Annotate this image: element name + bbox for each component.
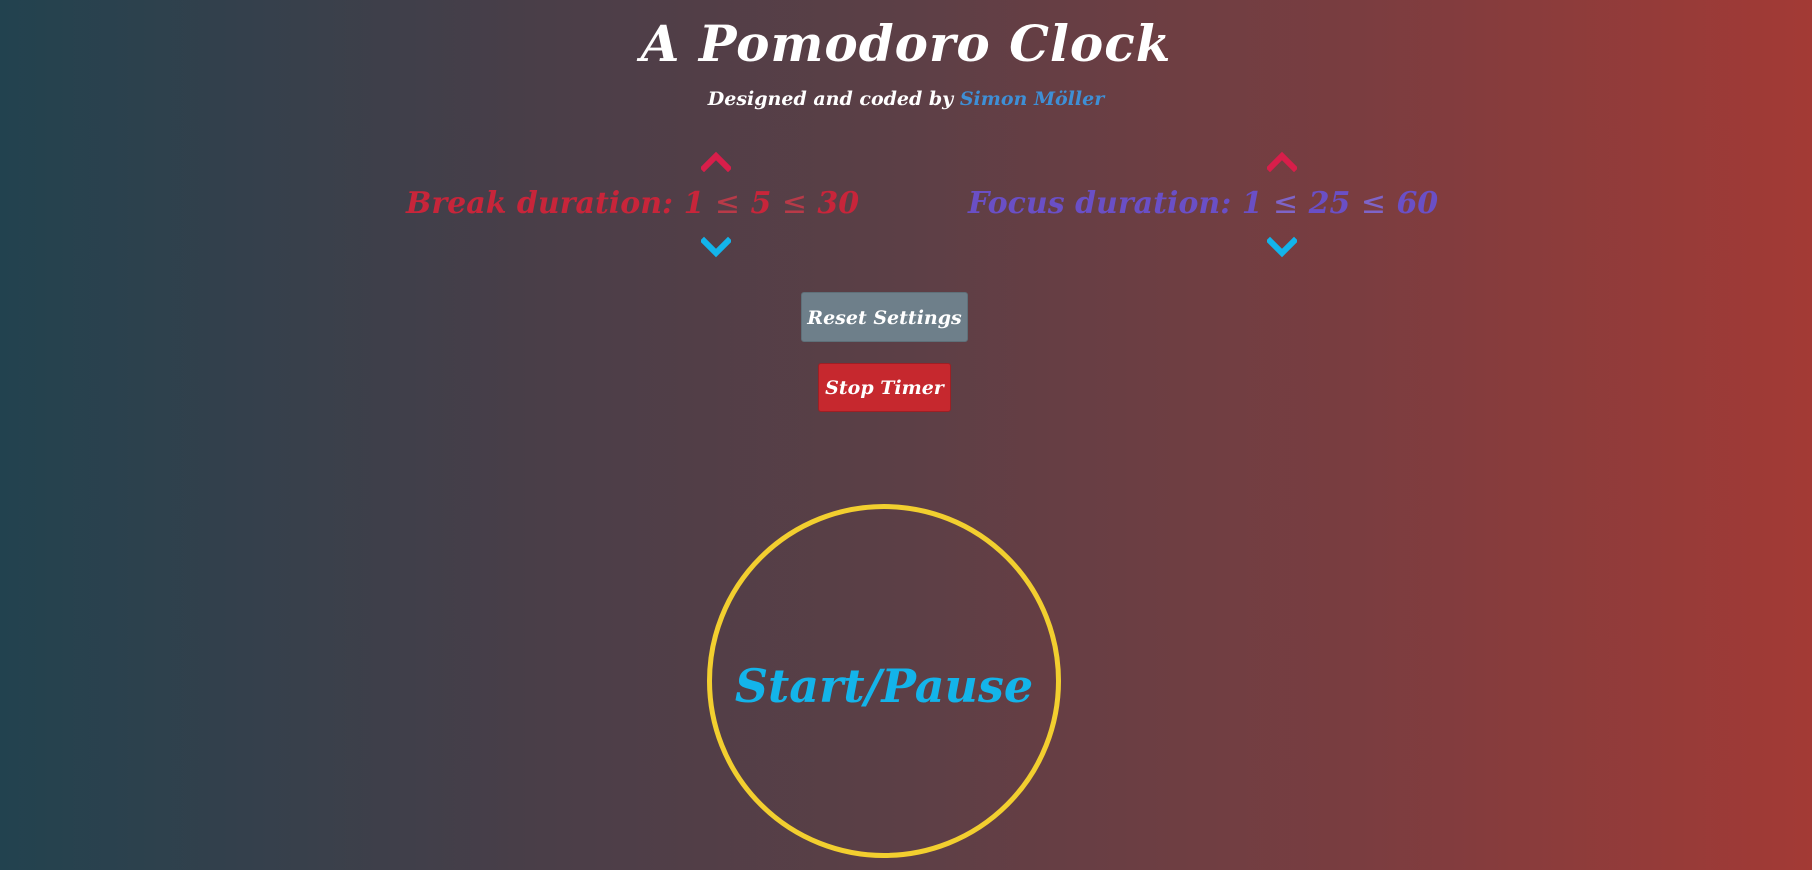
break-max-value: 30 bbox=[817, 186, 860, 221]
break-min-value: 1 bbox=[683, 186, 705, 221]
author-link[interactable]: Simon Möller bbox=[960, 88, 1104, 110]
break-duration-value: 5 bbox=[750, 186, 772, 221]
break-decrease-button[interactable] bbox=[701, 236, 731, 258]
byline: Designed and coded by Simon Möller bbox=[0, 88, 1812, 110]
focus-duration-value: 25 bbox=[1308, 186, 1351, 221]
break-duration-label: Break duration: bbox=[406, 186, 674, 221]
le-symbol: ≤ bbox=[714, 186, 741, 221]
timer-circle[interactable]: Start/Pause bbox=[707, 504, 1061, 858]
focus-decrease-button[interactable] bbox=[1267, 236, 1297, 258]
chevron-up-icon bbox=[701, 151, 731, 172]
focus-max-value: 60 bbox=[1396, 186, 1439, 221]
chevron-up-icon bbox=[1267, 151, 1297, 172]
chevron-down-icon bbox=[1267, 236, 1297, 258]
start-pause-label[interactable]: Start/Pause bbox=[712, 659, 1056, 713]
focus-increase-button[interactable] bbox=[1267, 150, 1297, 172]
reset-settings-button[interactable]: Reset Settings bbox=[801, 292, 968, 342]
chevron-down-icon bbox=[701, 236, 731, 258]
le-symbol: ≤ bbox=[1360, 186, 1386, 221]
stop-timer-button[interactable]: Stop Timer bbox=[818, 363, 951, 412]
break-increase-button[interactable] bbox=[701, 150, 731, 172]
byline-prefix: Designed and coded by bbox=[707, 88, 960, 110]
focus-duration-label: Focus duration: bbox=[968, 186, 1232, 221]
le-symbol: ≤ bbox=[781, 186, 807, 221]
le-symbol: ≤ bbox=[1273, 186, 1299, 221]
page-title: A Pomodoro Clock bbox=[640, 14, 1172, 73]
break-duration-setting: Break duration: 1 ≤ 5 ≤ 30 bbox=[406, 186, 859, 221]
focus-min-value: 1 bbox=[1241, 186, 1263, 221]
focus-duration-setting: Focus duration: 1 ≤ 25 ≤ 60 bbox=[968, 186, 1438, 221]
